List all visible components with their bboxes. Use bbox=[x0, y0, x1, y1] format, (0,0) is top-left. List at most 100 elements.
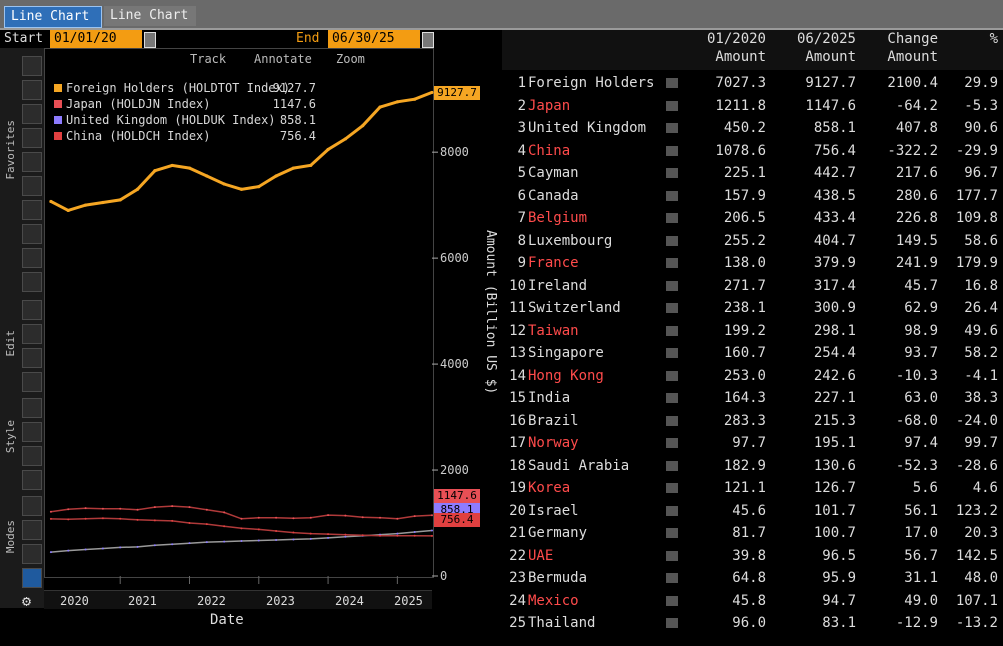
table-row[interactable]: 15 India 164.3 227.1 63.0 38.3 bbox=[502, 387, 1003, 409]
calendar-icon[interactable] bbox=[422, 32, 434, 48]
tab-line-chart[interactable]: Line Chart bbox=[4, 6, 102, 28]
line-tool-icon[interactable] bbox=[22, 80, 42, 100]
chart-toggle-icon[interactable] bbox=[666, 415, 678, 426]
x-tick-label: 2023 bbox=[266, 594, 295, 608]
amount-jun-2025: 227.1 bbox=[813, 390, 856, 406]
chart-toggle-icon[interactable] bbox=[666, 393, 678, 403]
table-row[interactable]: 2 Japan 1211.8 1147.6 -64.2 -5.3 bbox=[502, 95, 1003, 117]
end-date-input[interactable]: 06/30/25 bbox=[328, 30, 420, 48]
table-row[interactable]: 6 Canada 157.9 438.5 280.6 177.7 bbox=[502, 185, 1003, 207]
table-row[interactable]: 11 Switzerland 238.1 300.9 62.9 26.4 bbox=[502, 297, 1003, 319]
col-pct-header[interactable]: % bbox=[942, 30, 998, 48]
change-amount: 56.1 bbox=[904, 502, 938, 519]
chart-toggle-icon[interactable] bbox=[666, 550, 678, 561]
chart-toggle-icon[interactable] bbox=[666, 325, 678, 336]
row-index: 1 bbox=[517, 75, 526, 91]
channel-tool-icon[interactable] bbox=[22, 248, 42, 268]
chart-toggle-icon[interactable] bbox=[666, 370, 678, 381]
chart-toggle-icon[interactable] bbox=[666, 168, 678, 178]
table-row[interactable]: 5 Cayman 225.1 442.7 217.6 96.7 bbox=[502, 162, 1003, 184]
chart-toggle-icon[interactable] bbox=[666, 348, 678, 358]
series-line-3[interactable] bbox=[50, 517, 433, 537]
legend-row[interactable]: United Kingdom (HOLDUK Index) 858.1 bbox=[52, 112, 318, 128]
x-axis-bar bbox=[44, 590, 432, 609]
table-row[interactable]: 18 Saudi Arabia 182.9 130.6 -52.3 -28.6 bbox=[502, 455, 1003, 477]
table-row[interactable]: 10 Ireland 271.7 317.4 45.7 16.8 bbox=[502, 275, 1003, 297]
chart-toggle-icon[interactable] bbox=[666, 100, 678, 111]
table-row[interactable]: 8 Luxembourg 255.2 404.7 149.5 58.6 bbox=[502, 230, 1003, 252]
table-row[interactable]: 4 China 1078.6 756.4 -322.2 -29.9 bbox=[502, 140, 1003, 162]
chart-toggle-icon[interactable] bbox=[666, 618, 678, 628]
pen-tool-icon[interactable] bbox=[22, 200, 42, 220]
chart-toggle-icon[interactable] bbox=[666, 483, 678, 493]
line-style-icon[interactable] bbox=[22, 470, 42, 490]
table-row[interactable]: 23 Bermuda 64.8 95.9 31.1 48.0 bbox=[502, 567, 1003, 589]
legend-value: 1147.6 bbox=[272, 97, 316, 111]
chart-toggle-icon[interactable] bbox=[666, 505, 678, 516]
table-row[interactable]: 25 Thailand 96.0 83.1 -12.9 -13.2 bbox=[502, 612, 1003, 634]
style-box-icon[interactable] bbox=[22, 422, 42, 442]
amount-jun-2025: 9127.7 bbox=[805, 75, 856, 91]
chart-toggle-icon[interactable] bbox=[666, 303, 678, 313]
settings-gear-icon[interactable]: ⚙ bbox=[22, 592, 40, 610]
trend-tool-icon[interactable] bbox=[22, 104, 42, 124]
chart-toggle-icon[interactable] bbox=[666, 213, 678, 223]
chart-toggle-icon[interactable] bbox=[666, 438, 678, 448]
tab-line-chart-secondary[interactable]: Line Chart bbox=[104, 6, 196, 26]
trash-icon[interactable] bbox=[22, 372, 42, 392]
edit-pen-icon[interactable] bbox=[22, 300, 42, 320]
table-row[interactable]: 3 United Kingdom 450.2 858.1 407.8 90.6 bbox=[502, 117, 1003, 139]
fibonacci-tool-icon[interactable] bbox=[22, 128, 42, 148]
pointer-tool-icon[interactable] bbox=[22, 56, 42, 76]
chart-toggle-icon[interactable] bbox=[666, 595, 678, 606]
col-date1-header[interactable]: 01/2020 Amount bbox=[692, 30, 766, 66]
grid-tool-icon[interactable] bbox=[22, 152, 42, 172]
legend-row[interactable]: Japan (HOLDJN Index) 1147.6 bbox=[52, 96, 318, 112]
start-date-input[interactable]: 01/01/20 bbox=[50, 30, 142, 48]
table-row[interactable]: 22 UAE 39.8 96.5 56.7 142.5 bbox=[502, 545, 1003, 567]
r-tool-icon[interactable] bbox=[22, 272, 42, 292]
legend-row[interactable]: Foreign Holders (HOLDTOT Index) 9127.7 bbox=[52, 80, 318, 96]
table-row[interactable]: 19 Korea 121.1 126.7 5.6 4.6 bbox=[502, 477, 1003, 499]
table-row[interactable]: 9 France 138.0 379.9 241.9 179.9 bbox=[502, 252, 1003, 274]
chart-toggle-icon[interactable] bbox=[666, 528, 678, 538]
chart-toggle-icon[interactable] bbox=[666, 190, 678, 201]
chart-toggle-icon[interactable] bbox=[666, 145, 678, 156]
legend-row[interactable]: China (HOLDCH Index) 756.4 bbox=[52, 128, 318, 144]
table-row[interactable]: 7 Belgium 206.5 433.4 226.8 109.8 bbox=[502, 207, 1003, 229]
row-name: Singapore bbox=[528, 345, 604, 361]
chart-toggle-icon[interactable] bbox=[666, 78, 678, 88]
table-row[interactable]: 14 Hong Kong 253.0 242.6 -10.3 -4.1 bbox=[502, 365, 1003, 387]
chart-toggle-icon[interactable] bbox=[666, 258, 678, 268]
series-line-1[interactable] bbox=[50, 505, 433, 520]
horizontal-line-icon[interactable] bbox=[22, 176, 42, 196]
table-row[interactable]: 12 Taiwan 199.2 298.1 98.9 49.6 bbox=[502, 320, 1003, 342]
chart-toggle-icon[interactable] bbox=[666, 460, 678, 471]
crosshair-icon[interactable] bbox=[22, 324, 42, 344]
chart-toggle-icon[interactable] bbox=[666, 123, 678, 133]
table-row[interactable]: 21 Germany 81.7 100.7 17.0 20.3 bbox=[502, 522, 1003, 544]
chart-toggle-icon[interactable] bbox=[666, 235, 678, 246]
table-row[interactable]: 16 Brazil 283.3 215.3 -68.0 -24.0 bbox=[502, 410, 1003, 432]
col-date2-header[interactable]: 06/2025 Amount bbox=[770, 30, 856, 66]
table-row[interactable]: 24 Mexico 45.8 94.7 49.0 107.1 bbox=[502, 590, 1003, 612]
chart-toggle-icon[interactable] bbox=[666, 573, 678, 583]
row-name: Foreign Holders bbox=[528, 75, 654, 91]
chart-toggle-icon[interactable] bbox=[666, 280, 678, 291]
mode-draw-icon[interactable] bbox=[22, 496, 42, 516]
table-row[interactable]: 13 Singapore 160.7 254.4 93.7 58.2 bbox=[502, 342, 1003, 364]
row-name: Luxembourg bbox=[528, 232, 613, 249]
line-width-icon[interactable] bbox=[22, 446, 42, 466]
calendar-icon[interactable] bbox=[144, 32, 156, 48]
select-icon[interactable] bbox=[22, 348, 42, 368]
col-change-header[interactable]: Change Amount bbox=[858, 30, 938, 66]
table-row[interactable]: 20 Israel 45.6 101.7 56.1 123.2 bbox=[502, 500, 1003, 522]
mode-active-icon[interactable] bbox=[22, 568, 42, 588]
brush-tool-icon[interactable] bbox=[22, 224, 42, 244]
mode-grid-icon[interactable] bbox=[22, 520, 42, 540]
row-index: 11 bbox=[509, 300, 526, 316]
mode-layout-icon[interactable] bbox=[22, 544, 42, 564]
table-row[interactable]: 1 Foreign Holders 7027.3 9127.7 2100.4 29.9 bbox=[502, 72, 1003, 94]
table-row[interactable]: 17 Norway 97.7 195.1 97.4 99.7 bbox=[502, 432, 1003, 454]
style-brush-icon[interactable] bbox=[22, 398, 42, 418]
